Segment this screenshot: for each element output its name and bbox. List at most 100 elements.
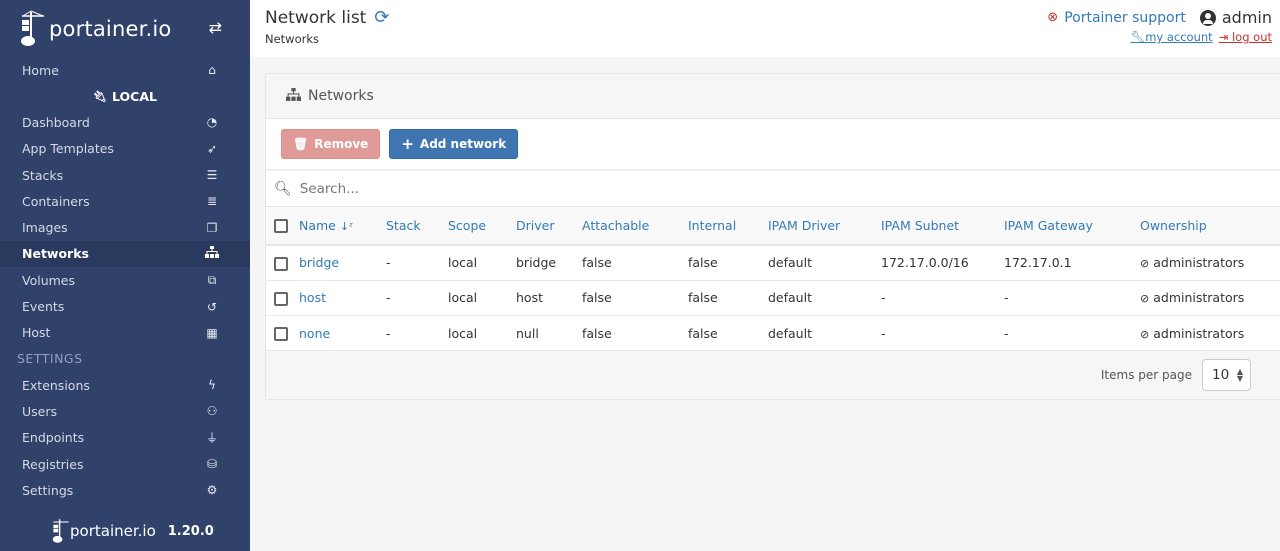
cell-ipam-subnet: -	[881, 325, 886, 341]
cell-ipam-gateway: -	[1004, 290, 1009, 306]
cubes-icon: ⧉	[207, 272, 217, 287]
table-footer: Items per page 10 ▲ ▼	[266, 351, 1280, 400]
portainer-logo[interactable]: portainer.io	[20, 10, 171, 48]
sidebar-item-networks[interactable]: Networks	[0, 240, 250, 268]
sidebar-item-label: Images	[22, 220, 68, 236]
footer-brand: portainer.io	[70, 522, 156, 540]
column-header-attachable[interactable]: Attachable	[582, 207, 688, 245]
cell-ownership: ⊘ administrators	[1140, 290, 1245, 306]
eye-slash-icon: ⊘	[1140, 327, 1150, 341]
column-header-internal[interactable]: Internal	[688, 207, 768, 245]
sidebar-item-label: Containers	[22, 193, 90, 209]
table-row: host - local host false false default - …	[266, 280, 1280, 316]
cell-ipam-subnet: 172.17.0.0/16	[881, 255, 969, 271]
sidebar-item-containers[interactable]: Containers ≣	[0, 188, 250, 214]
sidebar-item-settings[interactable]: Settings ⚙	[0, 477, 250, 503]
search-input[interactable]	[299, 180, 900, 197]
sidebar-item-stacks[interactable]: Stacks ☰	[0, 162, 250, 188]
sidebar-item-label: Home	[22, 62, 59, 78]
cell-ownership: ⊘ administrators	[1140, 255, 1245, 271]
my-account-link[interactable]: 🔧︎my account	[1131, 30, 1213, 44]
bolt-icon: ϟ	[208, 378, 216, 393]
items-per-page-label: Items per page	[1100, 368, 1192, 383]
sidebar-item-app-templates[interactable]: App Templates ➶	[0, 136, 250, 162]
my-account-label: my account	[1145, 30, 1213, 44]
network-name-link[interactable]: bridge	[299, 255, 339, 270]
column-header-driver[interactable]: Driver	[516, 207, 582, 245]
plus-icon: +	[401, 135, 414, 153]
sidebar-item-endpoints[interactable]: Endpoints ⏚	[0, 425, 250, 451]
eye-slash-icon: ⊘	[1140, 292, 1150, 306]
add-network-button[interactable]: + Add network	[389, 129, 519, 159]
sidebar-item-events[interactable]: Events ↺	[0, 293, 250, 319]
trash-icon: 🗑︎	[293, 137, 309, 151]
cell-stack: -	[386, 290, 391, 306]
tachometer-icon: ◔	[206, 115, 218, 130]
sidebar-item-label: Endpoints	[22, 430, 85, 446]
sidebar-item-volumes[interactable]: Volumes ⧉	[0, 267, 250, 293]
sidebar-item-label: Events	[22, 299, 65, 315]
column-header-ownership[interactable]: Ownership	[1140, 207, 1280, 245]
row-checkbox[interactable]	[274, 256, 288, 271]
remove-label: Remove	[314, 137, 369, 151]
column-header-scope[interactable]: Scope	[448, 207, 516, 245]
page-header: Network list ⟳ Networks ⊗ Portainer supp…	[250, 0, 1280, 57]
column-header-ipam-subnet[interactable]: IPAM Subnet	[881, 207, 1004, 245]
brand: portainer.io ⇄	[0, 0, 250, 57]
action-bar: 🗑︎ Remove + Add network	[266, 119, 1280, 171]
cell-ipam-driver: default	[768, 290, 812, 306]
search-icon: 🔍︎	[274, 180, 292, 197]
exchange-icon[interactable]: ⇄	[209, 18, 222, 37]
column-header-name[interactable]: Name ↓ᶻ	[299, 207, 386, 245]
username: admin	[1221, 8, 1272, 27]
items-per-page-select[interactable]: 10 ▲ ▼	[1202, 359, 1251, 392]
server-icon: ≣	[206, 194, 218, 209]
cell-internal: false	[688, 325, 718, 341]
column-header-stack[interactable]: Stack	[386, 207, 448, 245]
cell-internal: false	[688, 255, 718, 271]
sitemap-icon	[204, 246, 220, 261]
rocket-icon: ➶	[206, 141, 218, 156]
wrench-icon: 🔧︎	[1130, 30, 1146, 44]
sidebar-item-host[interactable]: Host ▦	[0, 320, 250, 346]
select-all-checkbox[interactable]	[274, 219, 288, 234]
cell-attachable: false	[582, 290, 612, 306]
sidebar-item-label: Dashboard	[22, 114, 90, 130]
sidebar-item-home[interactable]: Home ⌂	[0, 57, 250, 83]
sidebar-item-label: Extensions	[22, 377, 90, 393]
refresh-icon[interactable]: ⟳	[374, 7, 389, 28]
search-bar: 🔍︎	[266, 171, 1280, 207]
plug-icon: ⏚	[205, 431, 218, 446]
endpoint-name: 🔌︎ LOCAL	[0, 83, 250, 109]
table-header-row: Name ↓ᶻ Stack Scope Driver Attachable In…	[266, 207, 1280, 245]
row-checkbox[interactable]	[274, 326, 288, 341]
sidebar-item-registries[interactable]: Registries ⛁	[0, 451, 250, 477]
sidebar-item-dashboard[interactable]: Dashboard ◔	[0, 109, 250, 135]
row-checkbox[interactable]	[274, 291, 288, 306]
column-header-ipam-driver[interactable]: IPAM Driver	[768, 207, 881, 245]
add-network-label: Add network	[419, 137, 507, 151]
networks-table: Name ↓ᶻ Stack Scope Driver Attachable In…	[266, 207, 1280, 351]
support-label: Portainer support	[1064, 9, 1186, 26]
portainer-logo-icon	[21, 10, 44, 46]
table-row: bridge - local bridge false false defaul…	[266, 245, 1280, 281]
sidebar-item-users[interactable]: Users ⚇	[0, 398, 250, 424]
logout-link[interactable]: ⇥ log out	[1219, 30, 1272, 44]
sidebar-footer: portainer.io 1.20.0	[52, 517, 214, 545]
support-link[interactable]: ⊗ Portainer support	[1047, 10, 1186, 26]
sidebar-item-images[interactable]: Images ❐	[0, 214, 250, 240]
cell-ipam-subnet: -	[881, 290, 886, 306]
remove-button[interactable]: 🗑︎ Remove	[281, 129, 381, 159]
user-menu: admin	[1199, 8, 1272, 27]
sidebar-item-extensions[interactable]: Extensions ϟ	[0, 372, 250, 398]
cell-attachable: false	[582, 325, 612, 341]
table-row: none - local null false false default - …	[266, 316, 1280, 351]
column-header-ipam-gateway[interactable]: IPAM Gateway	[1004, 207, 1140, 245]
cell-ipam-gateway: -	[1004, 325, 1009, 341]
cell-stack: -	[386, 325, 391, 341]
cell-attachable: false	[582, 255, 612, 271]
history-icon: ↺	[206, 299, 218, 314]
network-name-link[interactable]: host	[299, 290, 326, 305]
eye-slash-icon: ⊘	[1140, 257, 1150, 271]
network-name-link[interactable]: none	[299, 326, 330, 341]
